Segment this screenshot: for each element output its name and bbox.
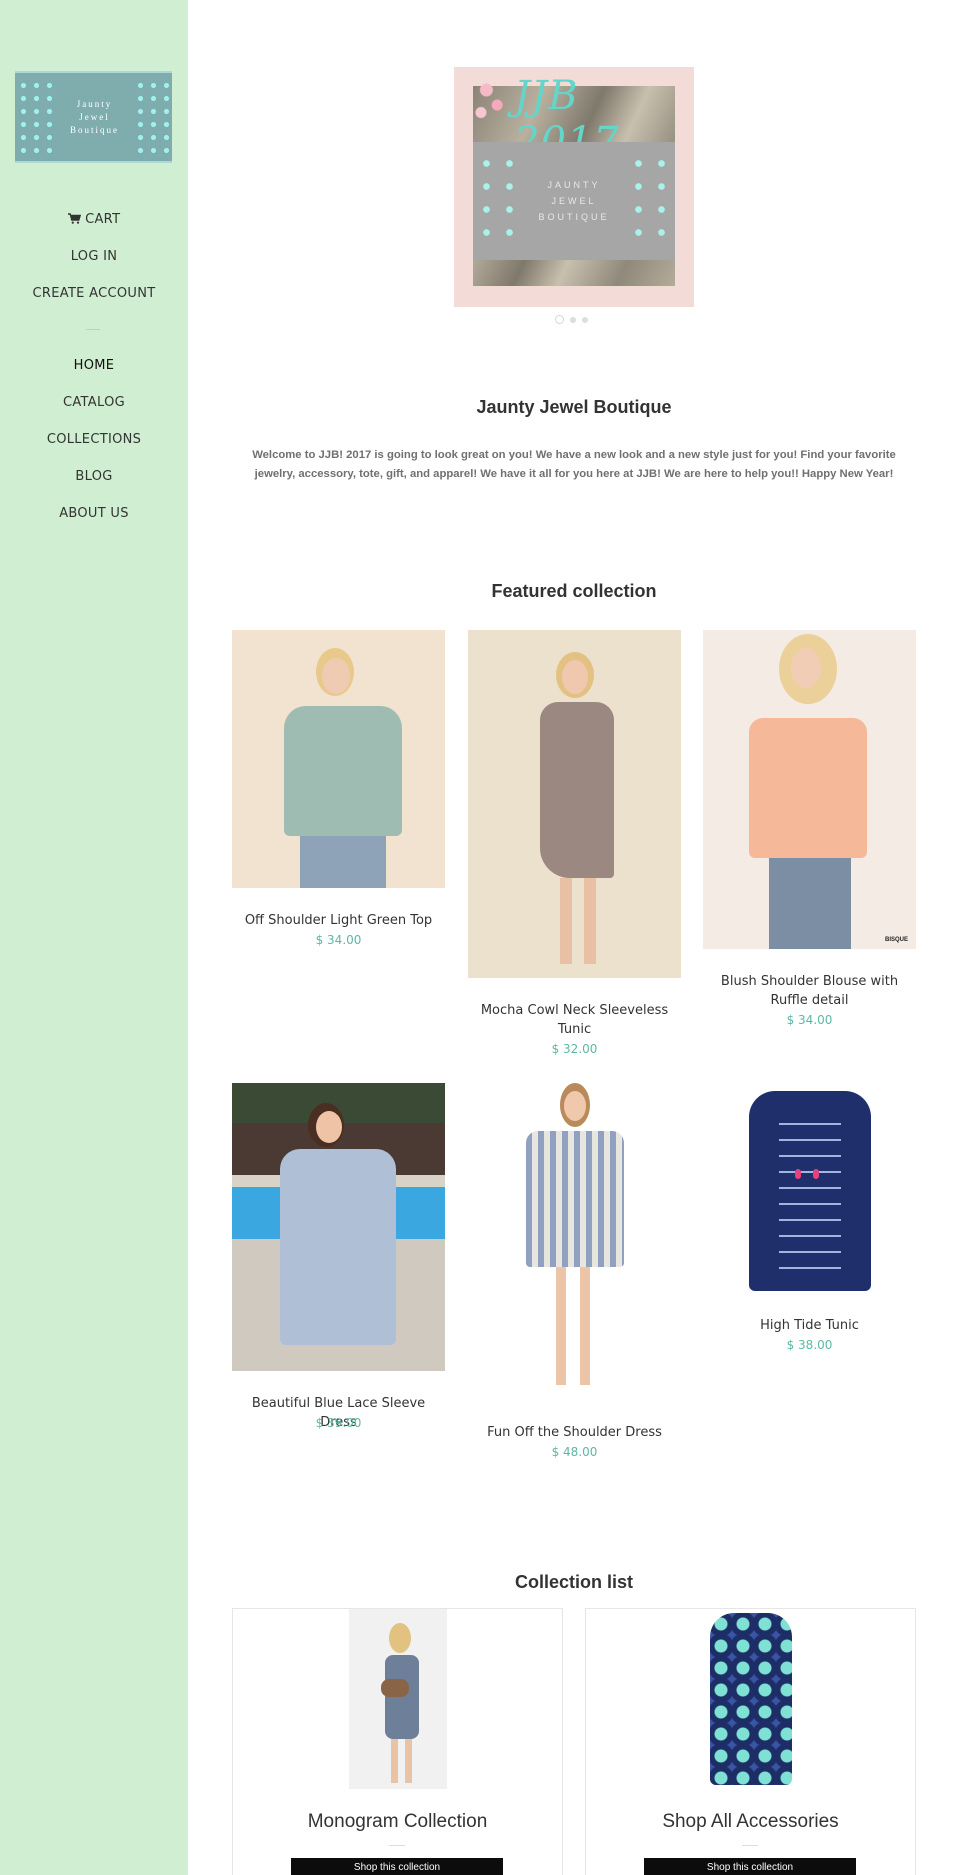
product-name[interactable]: High Tide Tunic — [703, 1316, 916, 1335]
model-hair — [389, 1623, 411, 1653]
model-face — [562, 660, 588, 694]
model-face — [316, 1111, 342, 1143]
model-leg — [391, 1739, 398, 1783]
nav-about-us[interactable]: ABOUT US — [0, 506, 188, 521]
logo-dots-pattern — [134, 79, 172, 159]
model-face — [564, 1091, 586, 1121]
nav-divider — [86, 329, 100, 330]
collection-card[interactable]: Monogram Collection Shop this collection — [232, 1608, 563, 1875]
product-blouse — [749, 718, 867, 858]
welcome-message: Welcome to JJB! 2017 is going to look gr… — [252, 449, 896, 480]
store-logo[interactable]: Jaunty Jewel Boutique — [15, 71, 172, 163]
nav-cart-label: CART — [85, 212, 121, 227]
collection-divider — [389, 1845, 405, 1846]
product-image[interactable] — [232, 630, 445, 888]
product-name[interactable]: Blush Shoulder Blouse with Ruffle detail — [703, 972, 916, 1010]
collection-title[interactable]: Monogram Collection — [233, 1811, 562, 1833]
product-name[interactable]: Mocha Cowl Neck Sleeveless Tunic — [468, 1001, 681, 1039]
slide-dots-pattern — [475, 152, 523, 252]
collection-image[interactable] — [349, 1609, 447, 1789]
product-price: $ 34.00 — [786, 1013, 833, 1027]
monogram-bag — [381, 1679, 409, 1697]
product-image[interactable] — [703, 1083, 916, 1293]
slide-dot-2[interactable] — [570, 316, 576, 323]
collection-image[interactable] — [694, 1609, 808, 1789]
product-price: $ 48.00 — [551, 1445, 598, 1459]
nav-blog[interactable]: BLOG — [0, 469, 188, 484]
model-leg — [580, 1267, 590, 1385]
model-leg — [556, 1267, 566, 1385]
tassel — [795, 1169, 801, 1179]
model-face — [322, 658, 350, 694]
blossom-decoration — [472, 75, 508, 125]
logo-dots-pattern — [17, 79, 55, 159]
image-tag: BISQUE — [884, 937, 908, 943]
product-price: $ 39.00 — [315, 1416, 362, 1430]
slide-dot-1[interactable] — [555, 315, 564, 324]
model-leg — [560, 878, 572, 964]
collection-divider — [742, 1845, 758, 1846]
featured-collection-title: Featured collection — [491, 581, 657, 601]
product-tunic — [540, 702, 614, 878]
model-jeans — [300, 836, 386, 888]
product-image[interactable]: BISQUE — [703, 630, 916, 949]
product-dress — [280, 1149, 396, 1345]
slideshow-pagination — [555, 315, 588, 324]
shop-collection-button[interactable]: Shop this collection — [291, 1858, 503, 1875]
product-name[interactable]: Off Shoulder Light Green Top — [232, 911, 445, 930]
product-image[interactable] — [468, 630, 681, 978]
collection-title[interactable]: Shop All Accessories — [586, 1811, 915, 1833]
model-leg — [584, 878, 596, 964]
tunic-pattern — [779, 1113, 841, 1283]
nav-catalog[interactable]: CATALOG — [0, 395, 188, 410]
nav-cart[interactable]: CART — [0, 212, 188, 227]
slide-logo-panel: JAUNTY JEWEL BOUTIQUE — [473, 142, 675, 260]
product-tunic — [710, 1613, 792, 1785]
product-price: $ 38.00 — [786, 1338, 833, 1352]
nav-collections[interactable]: COLLECTIONS — [0, 432, 188, 447]
product-dress — [526, 1131, 624, 1267]
product-top — [284, 706, 402, 836]
nav-create-account[interactable]: CREATE ACCOUNT — [0, 286, 188, 301]
model-jeans — [769, 858, 851, 949]
store-title: Jaunty Jewel Boutique — [476, 397, 672, 417]
logo-text: Jaunty Jewel Boutique — [70, 98, 119, 135]
slideshow-image[interactable]: JJB 2017 JAUNTY JEWEL BOUTIQUE — [454, 67, 694, 307]
product-price: $ 34.00 — [315, 933, 362, 947]
tassel — [813, 1169, 819, 1179]
product-price: $ 32.00 — [551, 1042, 598, 1056]
slide-dots-pattern — [627, 152, 675, 252]
collection-list-title: Collection list — [514, 1572, 633, 1592]
cart-icon — [67, 212, 85, 227]
model-face — [791, 648, 821, 688]
product-name[interactable]: Fun Off the Shoulder Dress — [468, 1423, 681, 1442]
nav-home[interactable]: HOME — [0, 358, 188, 373]
product-dress — [385, 1655, 419, 1739]
nav-log-in[interactable]: LOG IN — [0, 249, 188, 264]
model-leg — [405, 1739, 412, 1783]
collection-card[interactable]: Shop All Accessories Shop this collectio… — [585, 1608, 916, 1875]
product-image[interactable] — [232, 1083, 445, 1371]
sidebar: Jaunty Jewel Boutique CART LOG IN CREATE… — [0, 0, 188, 1875]
slide-logo-text: JAUNTY JEWEL BOUTIQUE — [538, 180, 610, 222]
slide-dot-3[interactable] — [582, 316, 588, 323]
product-image[interactable] — [468, 1083, 681, 1401]
shop-collection-button[interactable]: Shop this collection — [644, 1858, 856, 1875]
